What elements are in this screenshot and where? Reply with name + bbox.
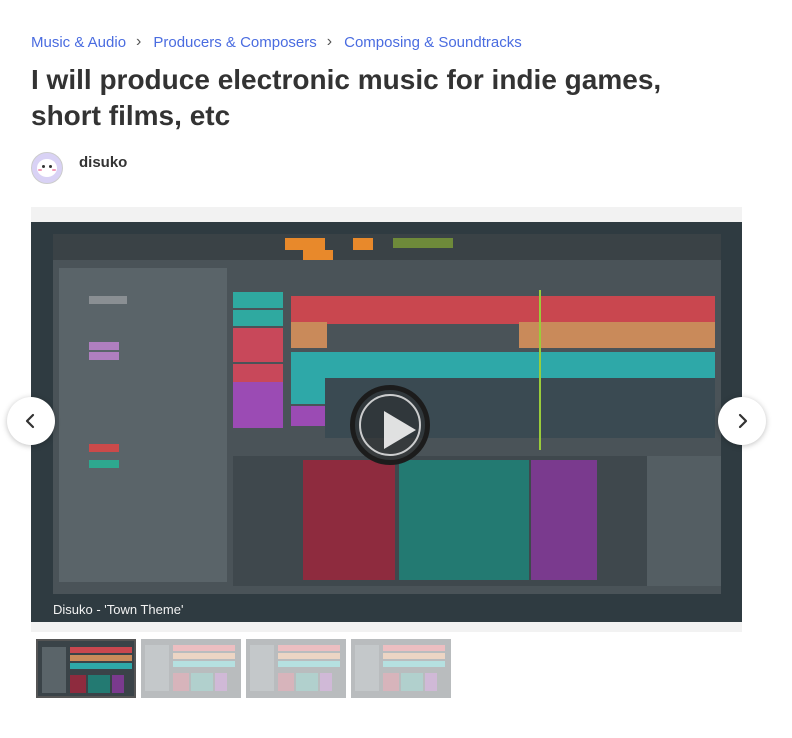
thumbnail-2[interactable]	[141, 639, 241, 698]
video-caption: Disuko - 'Town Theme'	[53, 602, 184, 617]
chevron-right-icon	[738, 413, 748, 429]
thumbnail-4[interactable]	[351, 639, 451, 698]
chevron-left-icon	[25, 413, 35, 429]
next-slide-button[interactable]	[718, 397, 766, 445]
seller-info: disuko	[31, 152, 127, 184]
breadcrumb-producers-composers[interactable]: Producers & Composers	[153, 34, 316, 51]
avatar[interactable]	[31, 152, 63, 184]
video-player[interactable]: Disuko - 'Town Theme'	[31, 222, 742, 622]
chevron-right-icon: ›	[326, 33, 333, 50]
play-icon	[384, 411, 416, 449]
thumbnail-strip	[36, 639, 451, 698]
thumbnail-3[interactable]	[246, 639, 346, 698]
play-button[interactable]	[350, 385, 430, 465]
breadcrumb-composing-soundtracks[interactable]: Composing & Soundtracks	[344, 34, 522, 51]
breadcrumb: Music & Audio › Producers & Composers › …	[31, 33, 522, 51]
gig-title: I will produce electronic music for indi…	[31, 64, 662, 131]
seller-name[interactable]: disuko	[79, 154, 127, 171]
prev-slide-button[interactable]	[7, 397, 55, 445]
thumbnail-1[interactable]	[36, 639, 136, 698]
breadcrumb-music-audio[interactable]: Music & Audio	[31, 34, 126, 51]
chevron-right-icon: ›	[136, 33, 142, 50]
